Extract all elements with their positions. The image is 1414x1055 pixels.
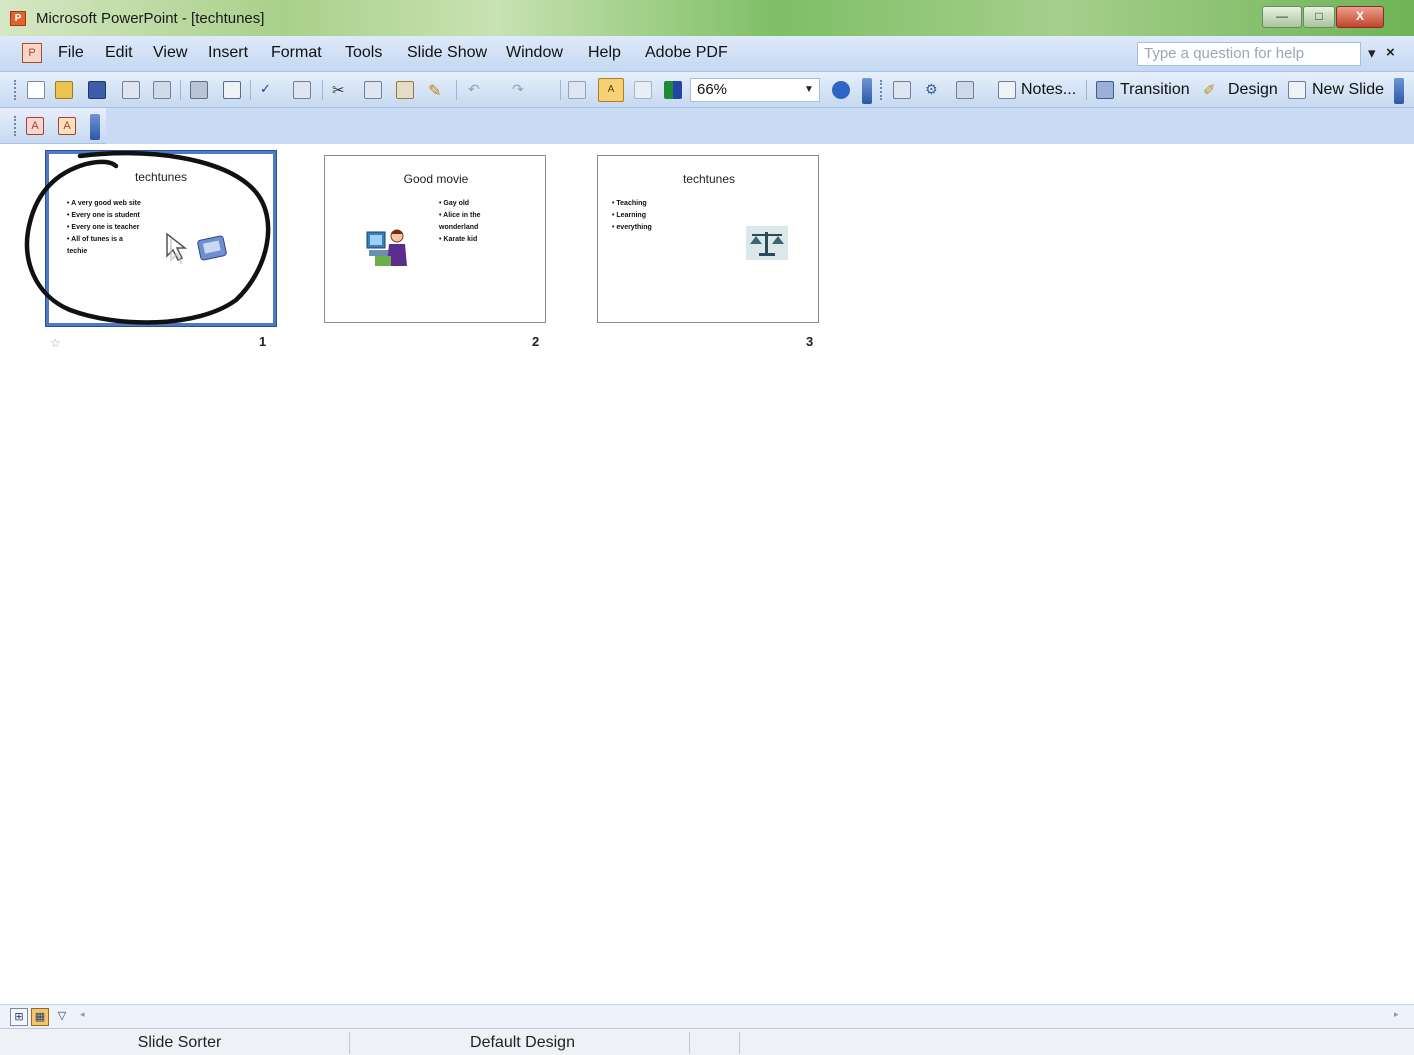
- toolbar-separator: [180, 80, 181, 100]
- show-formatting-icon[interactable]: A: [598, 78, 624, 102]
- help-dropdown-icon[interactable]: ▾: [1368, 44, 1376, 62]
- zoom-dropdown-icon[interactable]: ▼: [800, 79, 818, 101]
- menu-view[interactable]: View: [153, 44, 187, 62]
- slide-thumbnail-3[interactable]: techtunes • Teaching • Learning • everyt…: [597, 155, 819, 323]
- hide-slide-icon[interactable]: [893, 81, 911, 99]
- undo-icon[interactable]: ↶: [468, 81, 486, 99]
- research-icon[interactable]: [293, 81, 311, 99]
- menu-edit[interactable]: Edit: [105, 44, 133, 62]
- print-preview-icon[interactable]: [223, 81, 241, 99]
- scroll-left-icon[interactable]: ◂: [80, 1009, 85, 1020]
- toolbar-separator: [560, 80, 561, 100]
- spelling-icon[interactable]: ✓: [260, 81, 278, 99]
- hand-drawn-circle-annotation: [24, 150, 271, 325]
- title-bar: P Microsoft PowerPoint - [techtunes] — □…: [0, 0, 1414, 36]
- slide-number: 1: [259, 334, 267, 349]
- notes-icon[interactable]: [998, 81, 1016, 99]
- slide-bullet: • Teaching: [612, 200, 647, 207]
- window-title: Microsoft PowerPoint - [techtunes]: [36, 10, 265, 27]
- redo-icon[interactable]: ↷: [512, 81, 530, 99]
- menu-window[interactable]: Window: [506, 44, 563, 62]
- close-button[interactable]: X: [1336, 6, 1384, 28]
- menu-tools[interactable]: Tools: [345, 44, 382, 62]
- open-icon[interactable]: [55, 81, 73, 99]
- paste-icon[interactable]: [396, 81, 414, 99]
- copy-icon[interactable]: [364, 81, 382, 99]
- slide-transition-icon[interactable]: ☆: [50, 336, 61, 350]
- new-slide-button[interactable]: New Slide: [1312, 81, 1384, 99]
- menu-adobe-pdf[interactable]: Adobe PDF: [645, 44, 728, 62]
- slide-thumbnail-2[interactable]: Good movie • Gay old • Alice in the wond…: [324, 155, 546, 323]
- permission-icon[interactable]: [122, 81, 140, 99]
- status-bar: Slide Sorter Default Design: [0, 1028, 1414, 1055]
- close-document-icon[interactable]: ×: [1386, 44, 1395, 61]
- help-icon[interactable]: [832, 81, 850, 99]
- notes-button[interactable]: Notes...: [1021, 81, 1076, 99]
- toolbar-options-chevron[interactable]: [90, 114, 100, 140]
- toolbar-separator: [250, 80, 251, 100]
- standard-toolbar: ✓ ✂ ✎ ↶ ↷ A 66% ▼ ⚙ Notes... Transition …: [0, 72, 1414, 108]
- maximize-button[interactable]: □: [1303, 6, 1335, 28]
- status-design: Default Design: [356, 1032, 690, 1054]
- menu-help[interactable]: Help: [588, 44, 621, 62]
- cut-icon[interactable]: ✂: [332, 81, 350, 99]
- menu-file[interactable]: File: [58, 44, 84, 62]
- toolbar-options-chevron[interactable]: [862, 78, 872, 104]
- status-language: [696, 1032, 740, 1054]
- transition-button[interactable]: Transition: [1120, 81, 1190, 99]
- menu-format[interactable]: Format: [271, 44, 322, 62]
- new-slide-icon[interactable]: [1288, 81, 1306, 99]
- scroll-right-icon[interactable]: ▸: [1394, 1009, 1399, 1020]
- color-grayscale-icon[interactable]: [664, 81, 682, 99]
- toolbar-separator: [1086, 80, 1087, 100]
- help-search-input[interactable]: Type a question for help: [1137, 42, 1361, 66]
- status-view: Slide Sorter: [10, 1032, 350, 1054]
- person-at-computer-icon: [366, 229, 407, 266]
- transition-icon[interactable]: [1096, 81, 1114, 99]
- view-bar: ⊞ ▦ ▽ ◂ ▸: [0, 1004, 1414, 1028]
- slide-bullet: • Karate kid: [439, 236, 478, 243]
- slide-title: techtunes: [682, 172, 736, 186]
- expand-all-icon[interactable]: [568, 81, 586, 99]
- slide-bullet: • Alice in the wonderland: [439, 212, 481, 231]
- slide-bullet: • Gay old: [439, 200, 470, 207]
- toolbar-separator: [456, 80, 457, 100]
- adobe-pdf-toolbar: A A: [0, 108, 106, 144]
- pdf-email-icon[interactable]: A: [58, 117, 76, 135]
- toolbar-grip[interactable]: [880, 80, 883, 100]
- slide-bullet: • everything: [612, 224, 652, 231]
- print-icon[interactable]: [190, 81, 208, 99]
- email-icon[interactable]: [153, 81, 171, 99]
- slide-number: 2: [532, 334, 540, 349]
- toolbar-grip[interactable]: [14, 80, 17, 100]
- powerpoint-icon[interactable]: P: [10, 11, 26, 26]
- scales-of-justice-icon: [746, 226, 788, 260]
- slide-sorter-view-icon[interactable]: ▦: [31, 1008, 49, 1026]
- save-icon[interactable]: [88, 81, 106, 99]
- menu-insert[interactable]: Insert: [208, 44, 248, 62]
- menu-slide-show[interactable]: Slide Show: [407, 44, 487, 62]
- toolbar-dock: [106, 108, 1414, 144]
- slide-number: 3: [806, 334, 814, 349]
- summary-slide-icon[interactable]: [956, 81, 974, 99]
- slide-show-view-icon[interactable]: ▽: [53, 1008, 71, 1026]
- grayscale-icon[interactable]: [634, 81, 652, 99]
- minimize-button[interactable]: —: [1262, 6, 1302, 28]
- rehearse-timings-icon[interactable]: ⚙: [925, 81, 943, 99]
- design-icon[interactable]: ✐: [1203, 81, 1221, 99]
- slide-bullet: • Learning: [612, 212, 646, 219]
- menu-bar: P File Edit View Insert Format Tools Sli…: [0, 36, 1414, 72]
- convert-to-pdf-icon[interactable]: A: [26, 117, 44, 135]
- document-icon[interactable]: P: [22, 43, 42, 63]
- toolbar-grip[interactable]: [14, 116, 17, 136]
- new-icon[interactable]: [27, 81, 45, 99]
- slide-title: Good movie: [403, 172, 469, 186]
- normal-view-icon[interactable]: ⊞: [10, 1008, 28, 1026]
- toolbar-options-chevron[interactable]: [1394, 78, 1404, 104]
- design-button[interactable]: Design: [1228, 81, 1278, 99]
- format-painter-icon[interactable]: ✎: [428, 81, 446, 100]
- toolbar-separator: [322, 80, 323, 100]
